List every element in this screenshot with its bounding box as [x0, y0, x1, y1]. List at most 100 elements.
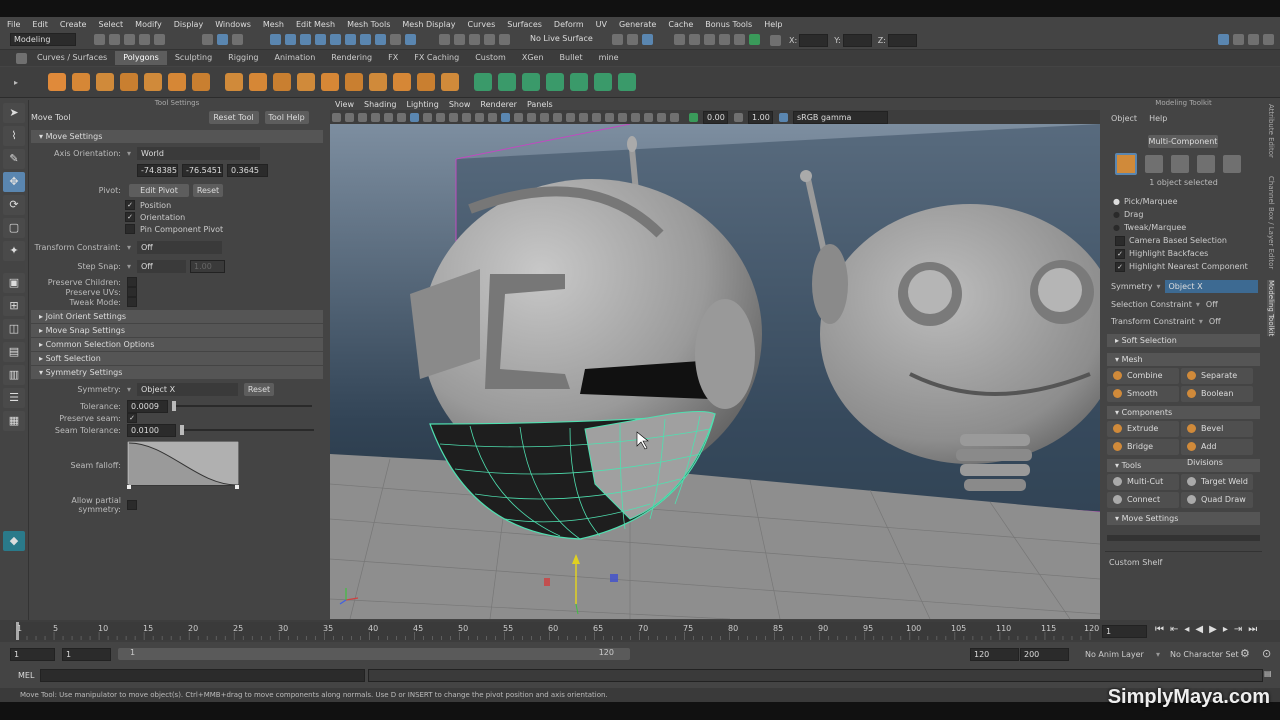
menu-bonus-tools[interactable]: Bonus Tools: [705, 20, 752, 29]
quad-draw-icon[interactable]: [441, 73, 459, 91]
symmetry-settings-section[interactable]: ▾ Symmetry Settings: [31, 366, 323, 379]
persp-outliner-layout-icon[interactable]: ◫: [3, 319, 25, 339]
snap-project-icon[interactable]: [405, 34, 416, 45]
shelf-tab-bullet[interactable]: Bullet: [552, 51, 591, 65]
snap-surface-icon[interactable]: [345, 34, 356, 45]
falloff-key-start[interactable]: [127, 485, 131, 489]
scale-tool-icon[interactable]: ▢: [3, 218, 25, 238]
select-camera-icon[interactable]: [332, 112, 341, 122]
axis-coord-x-field[interactable]: -74.8385: [137, 164, 178, 177]
graph-editor-icon[interactable]: [719, 34, 730, 45]
ipr-render-icon[interactable]: [642, 34, 653, 45]
motion-blur-icon[interactable]: [579, 112, 588, 122]
falloff-key-end[interactable]: [235, 485, 239, 489]
viewport-menu-panels[interactable]: Panels: [527, 100, 553, 109]
render-settings-icon[interactable]: [612, 34, 623, 45]
poly-cone-icon[interactable]: [120, 73, 138, 91]
xray-icon[interactable]: [631, 112, 640, 122]
absolute-transform-icon[interactable]: [770, 35, 781, 46]
components-section[interactable]: ▾ Components: [1107, 406, 1260, 419]
preserve-uvs-checkbox[interactable]: [127, 287, 137, 297]
side-tab-channel-box[interactable]: Channel Box / Layer Editor: [1267, 176, 1275, 269]
symmetry-dropdown[interactable]: Object X: [137, 383, 238, 396]
mode-selector[interactable]: Modeling: [10, 33, 76, 46]
bevel-button[interactable]: Bevel: [1181, 421, 1253, 437]
spherical-uv-icon[interactable]: [546, 73, 564, 91]
pin-component-pivot-checkbox[interactable]: [125, 224, 135, 234]
rotate-tool-icon[interactable]: ⟳: [3, 195, 25, 215]
mtk-symmetry-dropdown[interactable]: Object X: [1164, 280, 1258, 293]
tweak-mode-checkbox[interactable]: [127, 297, 137, 307]
color-management-icon[interactable]: [779, 112, 788, 122]
range-slider-bar[interactable]: 1 120: [118, 648, 630, 660]
reset-tool-button[interactable]: Reset Tool: [208, 110, 259, 124]
menu-edit[interactable]: Edit: [32, 20, 48, 29]
play-forward-icon[interactable]: ▶: [1209, 624, 1217, 635]
outliner-layout-icon[interactable]: ☰: [3, 388, 25, 408]
uv-mode-icon[interactable]: [1223, 155, 1241, 173]
tolerance-slider[interactable]: [172, 401, 312, 411]
image-plane-icon[interactable]: [371, 112, 380, 122]
menu-cache[interactable]: Cache: [668, 20, 693, 29]
snap-live-icon[interactable]: [330, 34, 341, 45]
safe-action-icon[interactable]: [475, 112, 484, 122]
planar-uv-icon[interactable]: [474, 73, 492, 91]
mtk-soft-selection-section[interactable]: ▸ Soft Selection: [1107, 334, 1260, 347]
lasso-tool-icon[interactable]: ⌇: [3, 126, 25, 146]
arnold-icon[interactable]: [749, 34, 760, 45]
persp-graph-layout-icon[interactable]: ▤: [3, 342, 25, 362]
shelf-tab-curves-surfaces[interactable]: Curves / Surfaces: [29, 51, 115, 65]
scene-render[interactable]: [330, 124, 1100, 619]
smooth-shade-icon[interactable]: [501, 112, 510, 122]
menu-uv[interactable]: UV: [596, 20, 607, 29]
poly-torus-icon[interactable]: [144, 73, 162, 91]
soft-selection-section[interactable]: ▸ Soft Selection: [31, 352, 323, 365]
redo-icon[interactable]: [154, 34, 165, 45]
viewport-menu-show[interactable]: Show: [449, 100, 471, 109]
menu-edit-mesh[interactable]: Edit Mesh: [296, 20, 335, 29]
anim-preferences-icon[interactable]: ⚙: [1240, 647, 1250, 660]
tolerance-slider-handle[interactable]: [172, 401, 176, 411]
uv-editor-icon[interactable]: [570, 73, 588, 91]
coord-z-field[interactable]: [887, 34, 917, 47]
field-chart-icon[interactable]: [462, 112, 471, 122]
isolate-select-icon[interactable]: [618, 112, 627, 122]
menu-deform[interactable]: Deform: [554, 20, 584, 29]
extrude-button[interactable]: Extrude: [1107, 421, 1179, 437]
output-ops-icon[interactable]: [469, 34, 480, 45]
snap-edge-icon[interactable]: [375, 34, 386, 45]
menu-windows[interactable]: Windows: [215, 20, 251, 29]
menu-mesh[interactable]: Mesh: [263, 20, 284, 29]
textured-icon[interactable]: [527, 112, 536, 122]
step-back-key-icon[interactable]: ⇤: [1170, 624, 1178, 635]
axis-orientation-dropdown[interactable]: World: [137, 147, 260, 160]
hypershade-icon[interactable]: [674, 34, 685, 45]
snap-grid-icon[interactable]: [270, 34, 281, 45]
depth-of-field-icon[interactable]: [605, 112, 614, 122]
2d-pan-zoom-icon[interactable]: [384, 112, 393, 122]
bridge-button[interactable]: Bridge: [1107, 439, 1179, 455]
film-gate-icon[interactable]: [423, 112, 432, 122]
mel-label[interactable]: MEL: [18, 671, 34, 680]
render-globals-icon[interactable]: [704, 34, 715, 45]
backface-culling-icon[interactable]: [657, 112, 666, 122]
boolean-icon[interactable]: [297, 73, 315, 91]
quad-draw-button[interactable]: Quad Draw: [1181, 492, 1253, 508]
viewport-panel[interactable]: View Shading Lighting Show Renderer Pane…: [330, 99, 1100, 619]
step-snap-dropdown[interactable]: Off: [137, 260, 186, 273]
highlight-nearest-component-checkbox[interactable]: ✓: [1115, 261, 1125, 272]
smooth-icon[interactable]: [273, 73, 291, 91]
seam-tolerance-slider[interactable]: [180, 425, 314, 435]
multi-component-button[interactable]: Multi-Component: [1148, 135, 1218, 148]
mtk-move-settings-section[interactable]: ▾ Move Settings: [1107, 512, 1260, 525]
history-toggle-icon[interactable]: [484, 34, 495, 45]
coord-y-field[interactable]: [842, 34, 872, 47]
shelf-tab-rendering[interactable]: Rendering: [323, 51, 380, 65]
mtk-transform-constraint-dropdown[interactable]: Off: [1209, 317, 1221, 326]
menu-modify[interactable]: Modify: [135, 20, 162, 29]
input-ops-icon[interactable]: [454, 34, 465, 45]
common-selection-options-section[interactable]: ▸ Common Selection Options: [31, 338, 323, 351]
snap-curve-icon[interactable]: [285, 34, 296, 45]
shelf-tab-mine[interactable]: mine: [591, 51, 627, 65]
outliner-panel-icon[interactable]: [734, 34, 745, 45]
